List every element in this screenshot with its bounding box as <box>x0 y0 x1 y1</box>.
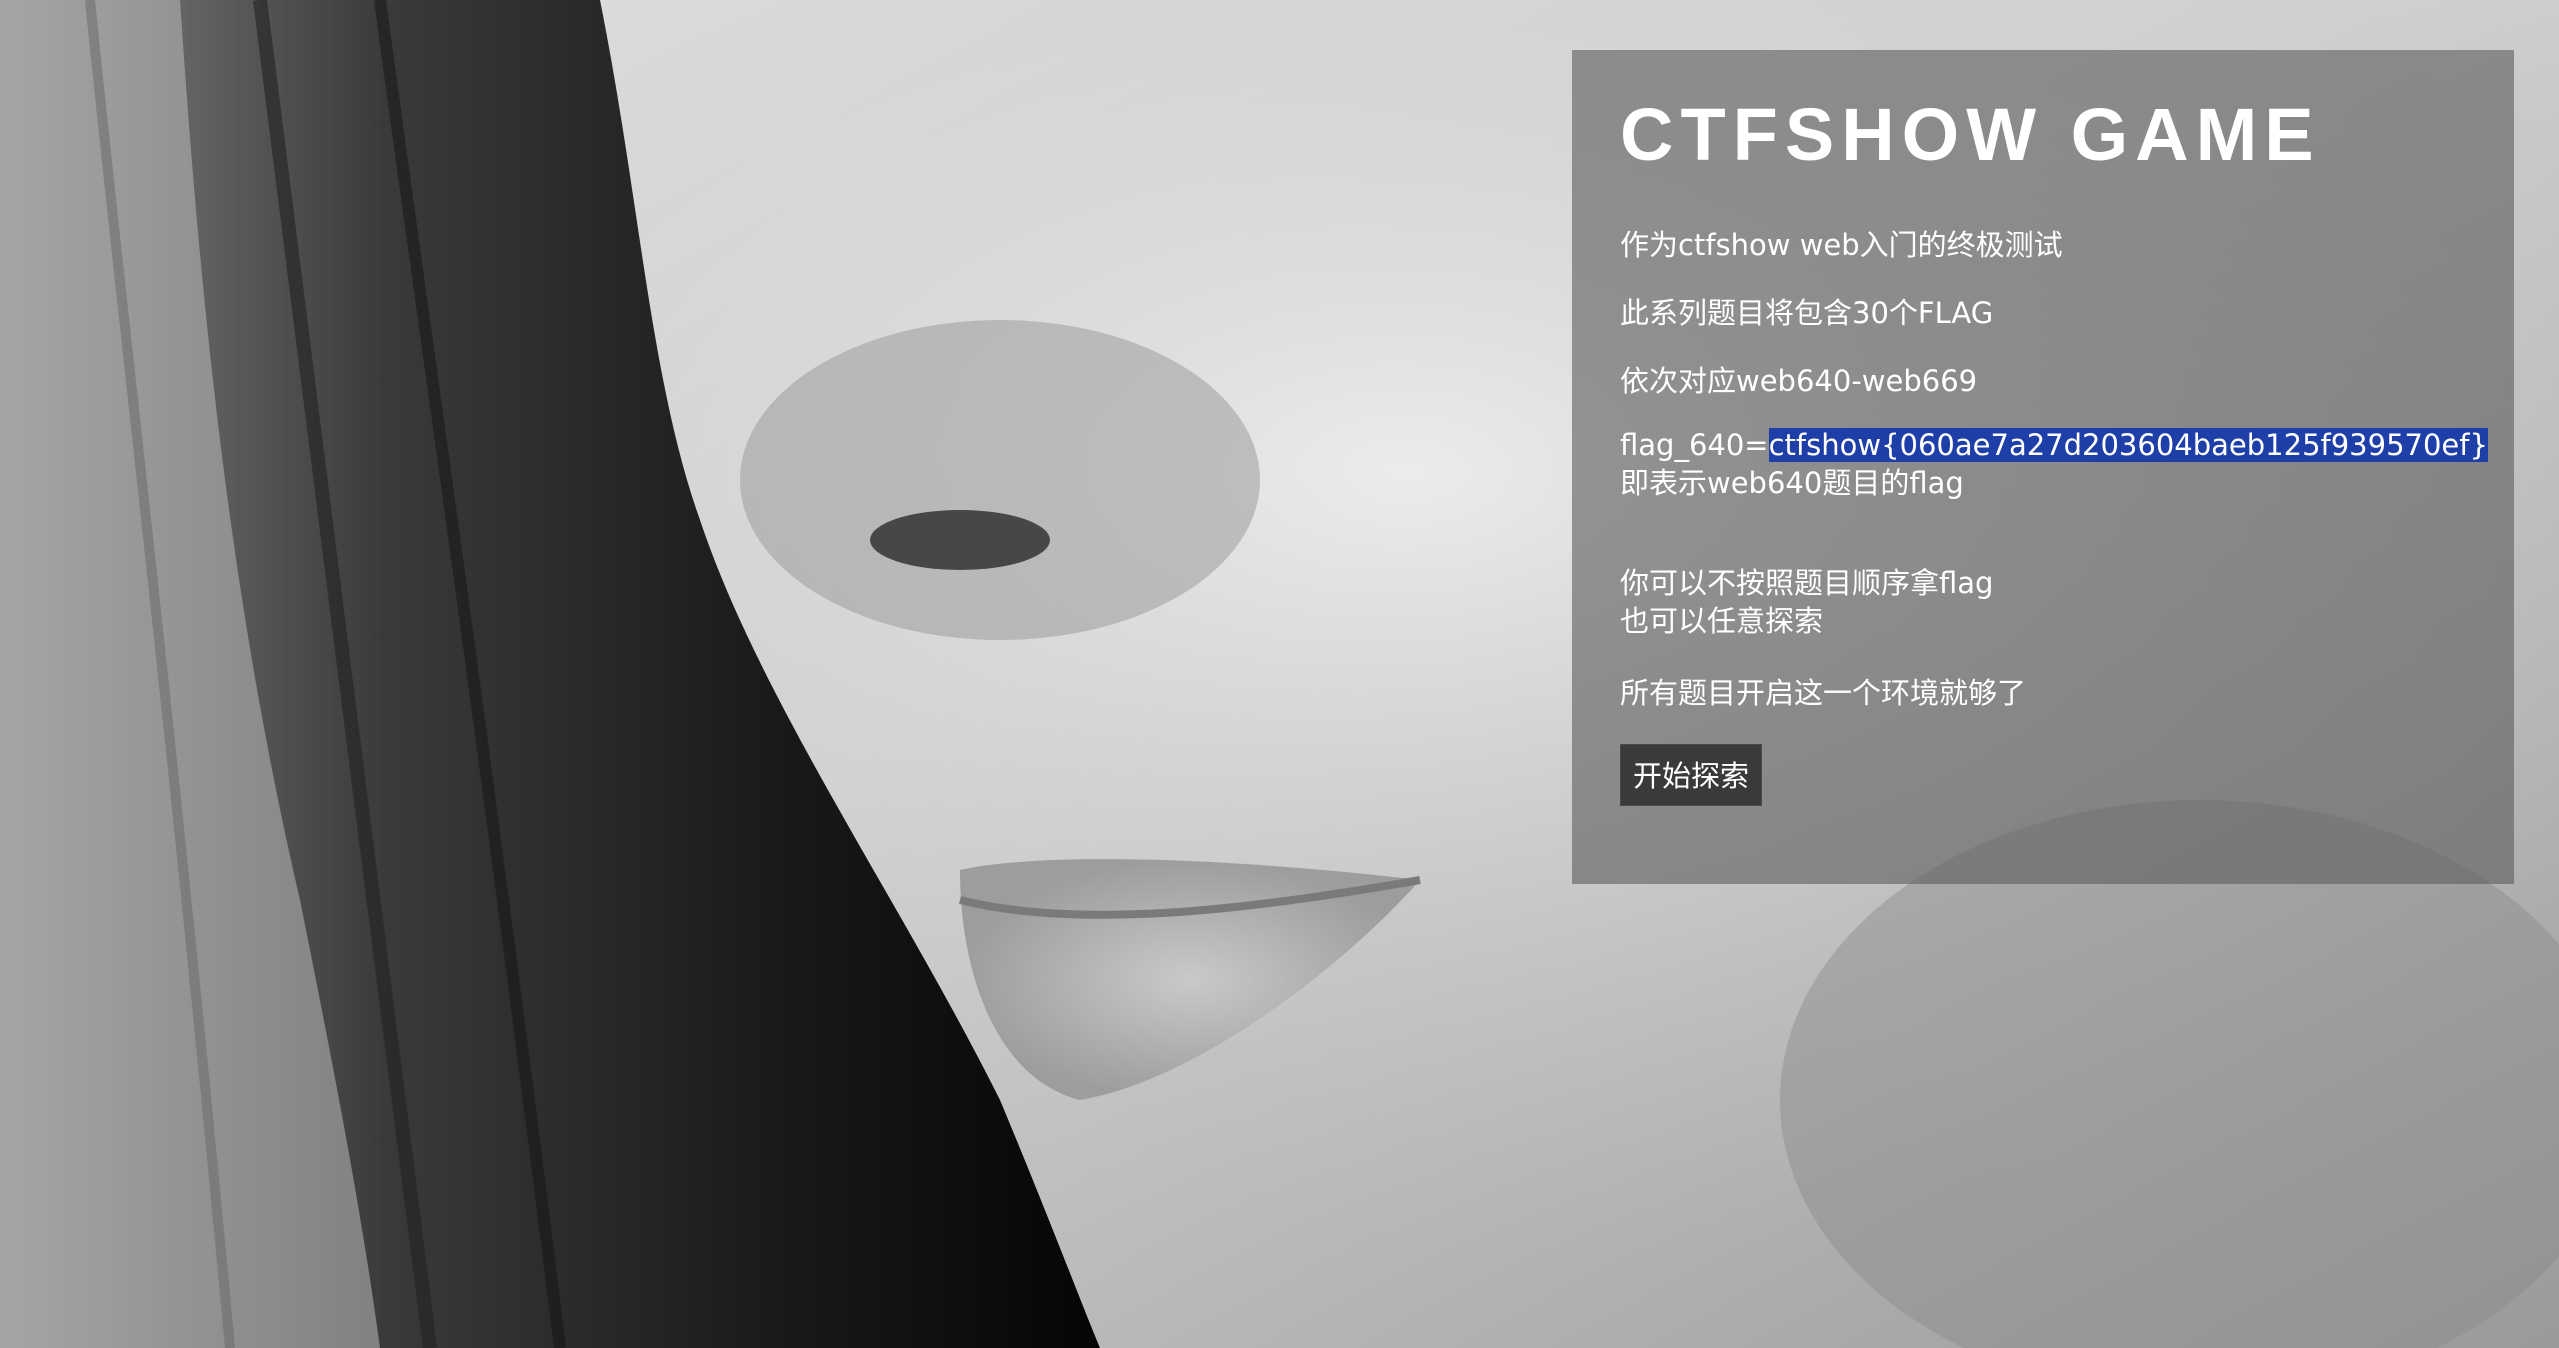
page: CTFSHOW GAME 作为ctfshow web入门的终极测试 此系列题目将… <box>0 0 2559 1348</box>
flag-value-selected[interactable]: ctfshow{060ae7a27d203604baeb125f939570ef… <box>1768 428 2488 462</box>
intro-line-6: 所有题目开启这一个环境就够了 <box>1620 676 2027 710</box>
page-title: CTFSHOW GAME <box>1620 93 2321 176</box>
intro-line-2: 此系列题目将包含30个FLAG <box>1620 296 1994 330</box>
flag-example: flag_640=ctfshow{060ae7a27d203604baeb125… <box>1620 426 2488 464</box>
flag-note: 即表示web640题目的flag <box>1620 466 1964 500</box>
intro-panel: CTFSHOW GAME 作为ctfshow web入门的终极测试 此系列题目将… <box>1572 50 2514 884</box>
intro-line-5: 也可以任意探索 <box>1620 604 1824 638</box>
start-explore-button[interactable]: 开始探索 <box>1620 744 1763 806</box>
intro-line-3: 依次对应web640-web669 <box>1620 364 1978 398</box>
intro-line-1: 作为ctfshow web入门的终极测试 <box>1620 228 2063 262</box>
flag-prefix: flag_640= <box>1620 428 1769 462</box>
intro-line-4: 你可以不按照题目顺序拿flag <box>1620 566 1994 600</box>
